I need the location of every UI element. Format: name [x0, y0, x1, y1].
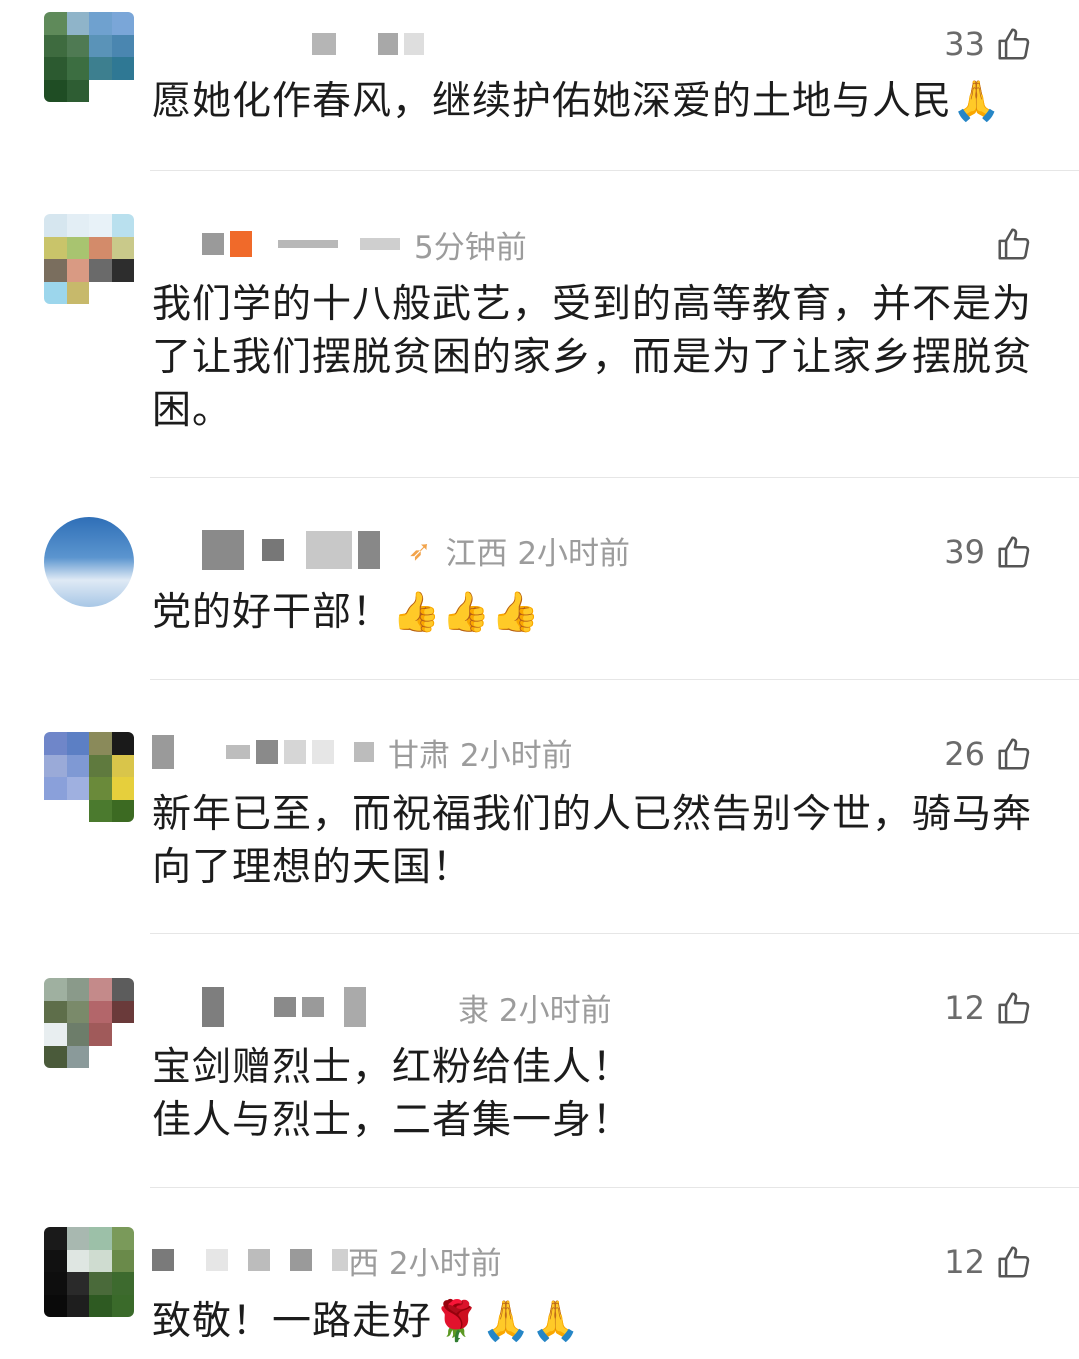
username-redacted[interactable] [152, 22, 424, 66]
like-count: 12 [944, 989, 985, 1027]
divider [150, 1187, 1079, 1188]
comment-meta [152, 22, 438, 66]
medal-icon: ➶ [408, 533, 432, 567]
divider [150, 679, 1079, 680]
comment-meta: 隶 2小时前 [152, 985, 612, 1029]
username-redacted[interactable] [152, 1238, 348, 1282]
avatar[interactable] [44, 1227, 134, 1317]
comment-time: 甘肃 2小时前 [388, 737, 573, 774]
comment-meta: 甘肃 2小时前 [152, 730, 573, 774]
comment-meta: 5分钟前 [152, 222, 527, 266]
avatar[interactable] [44, 517, 134, 607]
username-redacted[interactable] [152, 730, 374, 774]
username-redacted[interactable] [152, 222, 400, 266]
like-button[interactable] [985, 222, 1033, 266]
username-redacted[interactable] [152, 985, 366, 1029]
like-button[interactable]: 39 [944, 530, 1033, 574]
thumbs-up-icon [998, 228, 1030, 260]
divider [150, 933, 1079, 934]
comment-meta: 西 2小时前 [152, 1238, 502, 1282]
avatar[interactable] [44, 12, 134, 102]
comment-time: 西 2小时前 [348, 1245, 502, 1282]
thumbs-up-icon [998, 536, 1030, 568]
comment-time: 5分钟前 [414, 229, 527, 266]
comment-text: 愿她化作春风，继续护佑她深爱的土地与人民🙏 [152, 79, 1002, 124]
avatar[interactable] [44, 978, 134, 1068]
comment-text: 党的好干部！👍👍👍 [152, 590, 541, 635]
like-button[interactable]: 33 [944, 22, 1033, 66]
comment-text-line: 宝剑赠烈士，红粉给佳人！ [152, 1045, 633, 1090]
like-count: 39 [944, 533, 985, 571]
comment-time: 江西 2小时前 [445, 535, 631, 572]
thumbs-up-icon [998, 28, 1030, 60]
comment-text: 新年已至，而祝福我们的人已然告别今世，骑马奔向了理想的天国！ [152, 792, 1033, 890]
avatar[interactable] [44, 214, 134, 304]
avatar[interactable] [44, 732, 134, 822]
username-redacted[interactable] [152, 528, 380, 572]
thumbs-up-icon [998, 992, 1030, 1024]
like-button[interactable]: 26 [944, 732, 1033, 776]
comment-time: 隶 2小时前 [458, 992, 612, 1029]
comment-text: 致敬！一路走好🌹🙏🙏 [152, 1299, 581, 1344]
like-button[interactable]: 12 [944, 986, 1033, 1030]
like-button[interactable]: 12 [944, 1240, 1033, 1284]
divider [150, 170, 1079, 171]
thumbs-up-icon [998, 1246, 1030, 1278]
comment-text: 我们学的十八般武艺，受到的高等教育，并不是为了让我们摆脱贫困的家乡，而是为了让家… [152, 282, 1033, 433]
like-count: 12 [944, 1243, 985, 1281]
comment-text: 宝剑赠烈士，红粉给佳人！ 佳人与烈士，二者集一身！ [152, 1041, 1042, 1147]
comment-text-line: 佳人与烈士，二者集一身！ [152, 1098, 633, 1143]
thumbs-up-icon [998, 738, 1030, 770]
divider [150, 477, 1079, 478]
like-count: 26 [944, 735, 985, 773]
like-count: 33 [944, 25, 985, 63]
comment-meta: ➶ 江西 2小时前 [152, 528, 630, 572]
